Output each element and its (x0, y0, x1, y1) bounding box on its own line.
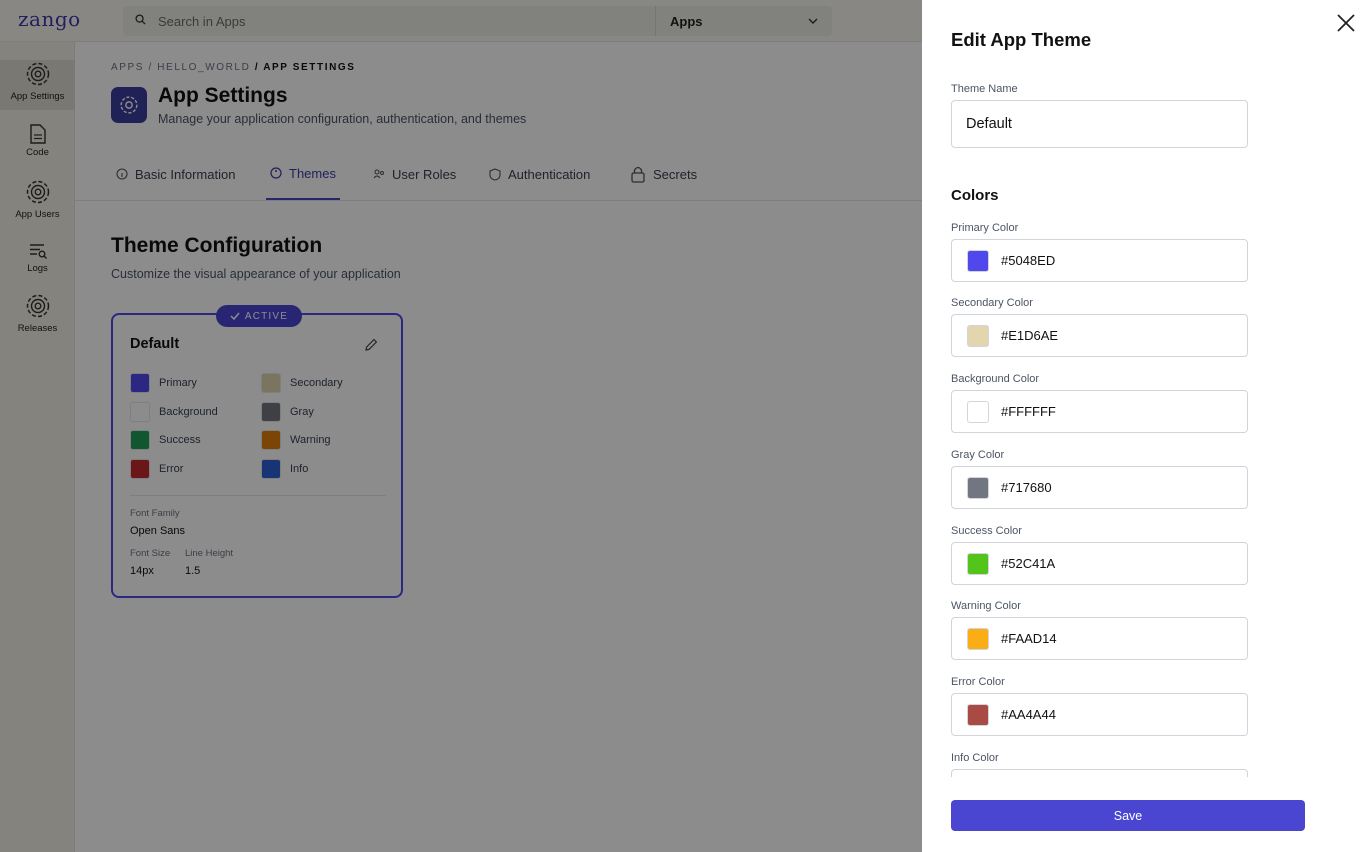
info-color-input[interactable] (951, 769, 1248, 777)
warning-color-input[interactable]: #FAAD14 (951, 617, 1248, 660)
success-color-input[interactable]: #52C41A (951, 542, 1248, 585)
colors-heading: Colors (951, 187, 999, 204)
background-color-input[interactable]: #FFFFFF (951, 390, 1248, 433)
gray-color-input[interactable]: #717680 (951, 466, 1248, 509)
color-swatch-picker[interactable] (967, 552, 989, 575)
error-color-input[interactable]: #AA4A44 (951, 693, 1248, 736)
success-color-label: Success Color (951, 525, 1022, 537)
color-swatch-picker[interactable] (967, 703, 989, 726)
color-hex-value: #717680 (1001, 480, 1052, 495)
secondary-color-label: Secondary Color (951, 297, 1033, 309)
theme-name-input[interactable] (951, 100, 1248, 148)
background-color-label: Background Color (951, 373, 1040, 385)
info-color-label: Info Color (951, 752, 999, 764)
edit-theme-drawer: Edit App Theme Theme Name Colors Primary… (922, 0, 1363, 852)
primary-color-input[interactable]: #5048ED (951, 239, 1248, 282)
color-hex-value: #AA4A44 (1001, 707, 1056, 722)
color-hex-value: #FFFFFF (1001, 404, 1056, 419)
gray-color-label: Gray Color (951, 449, 1005, 461)
close-icon[interactable] (1335, 12, 1357, 34)
color-swatch-picker[interactable] (967, 324, 989, 347)
color-swatch-picker[interactable] (967, 627, 989, 650)
drawer-title: Edit App Theme (951, 29, 1092, 50)
error-color-label: Error Color (951, 676, 1005, 688)
save-button[interactable]: Save (951, 800, 1305, 831)
warning-color-label: Warning Color (951, 600, 1021, 612)
secondary-color-input[interactable]: #E1D6AE (951, 314, 1248, 357)
color-swatch-picker[interactable] (967, 400, 989, 423)
primary-color-label: Primary Color (951, 222, 1019, 234)
color-swatch-picker[interactable] (967, 476, 989, 499)
color-hex-value: #E1D6AE (1001, 328, 1059, 343)
color-hex-value: #FAAD14 (1001, 631, 1057, 646)
theme-name-label: Theme Name (951, 83, 1018, 95)
color-hex-value: #5048ED (1001, 253, 1056, 268)
color-hex-value: #52C41A (1001, 556, 1056, 571)
color-swatch-picker[interactable] (967, 249, 989, 272)
